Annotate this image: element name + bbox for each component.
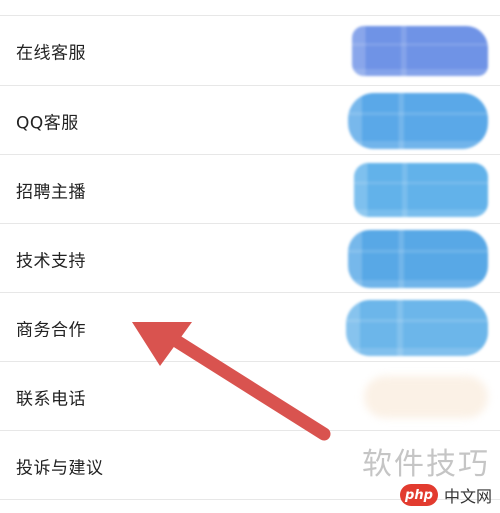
arrow-shaft	[171, 335, 331, 441]
php-logo-icon: php	[399, 484, 438, 506]
brand-site-text: 中文网	[443, 487, 492, 506]
brand-logo: php 中文网	[399, 483, 492, 507]
watermark-text: 软件技巧	[362, 447, 490, 482]
annotation-arrow	[132, 322, 331, 441]
